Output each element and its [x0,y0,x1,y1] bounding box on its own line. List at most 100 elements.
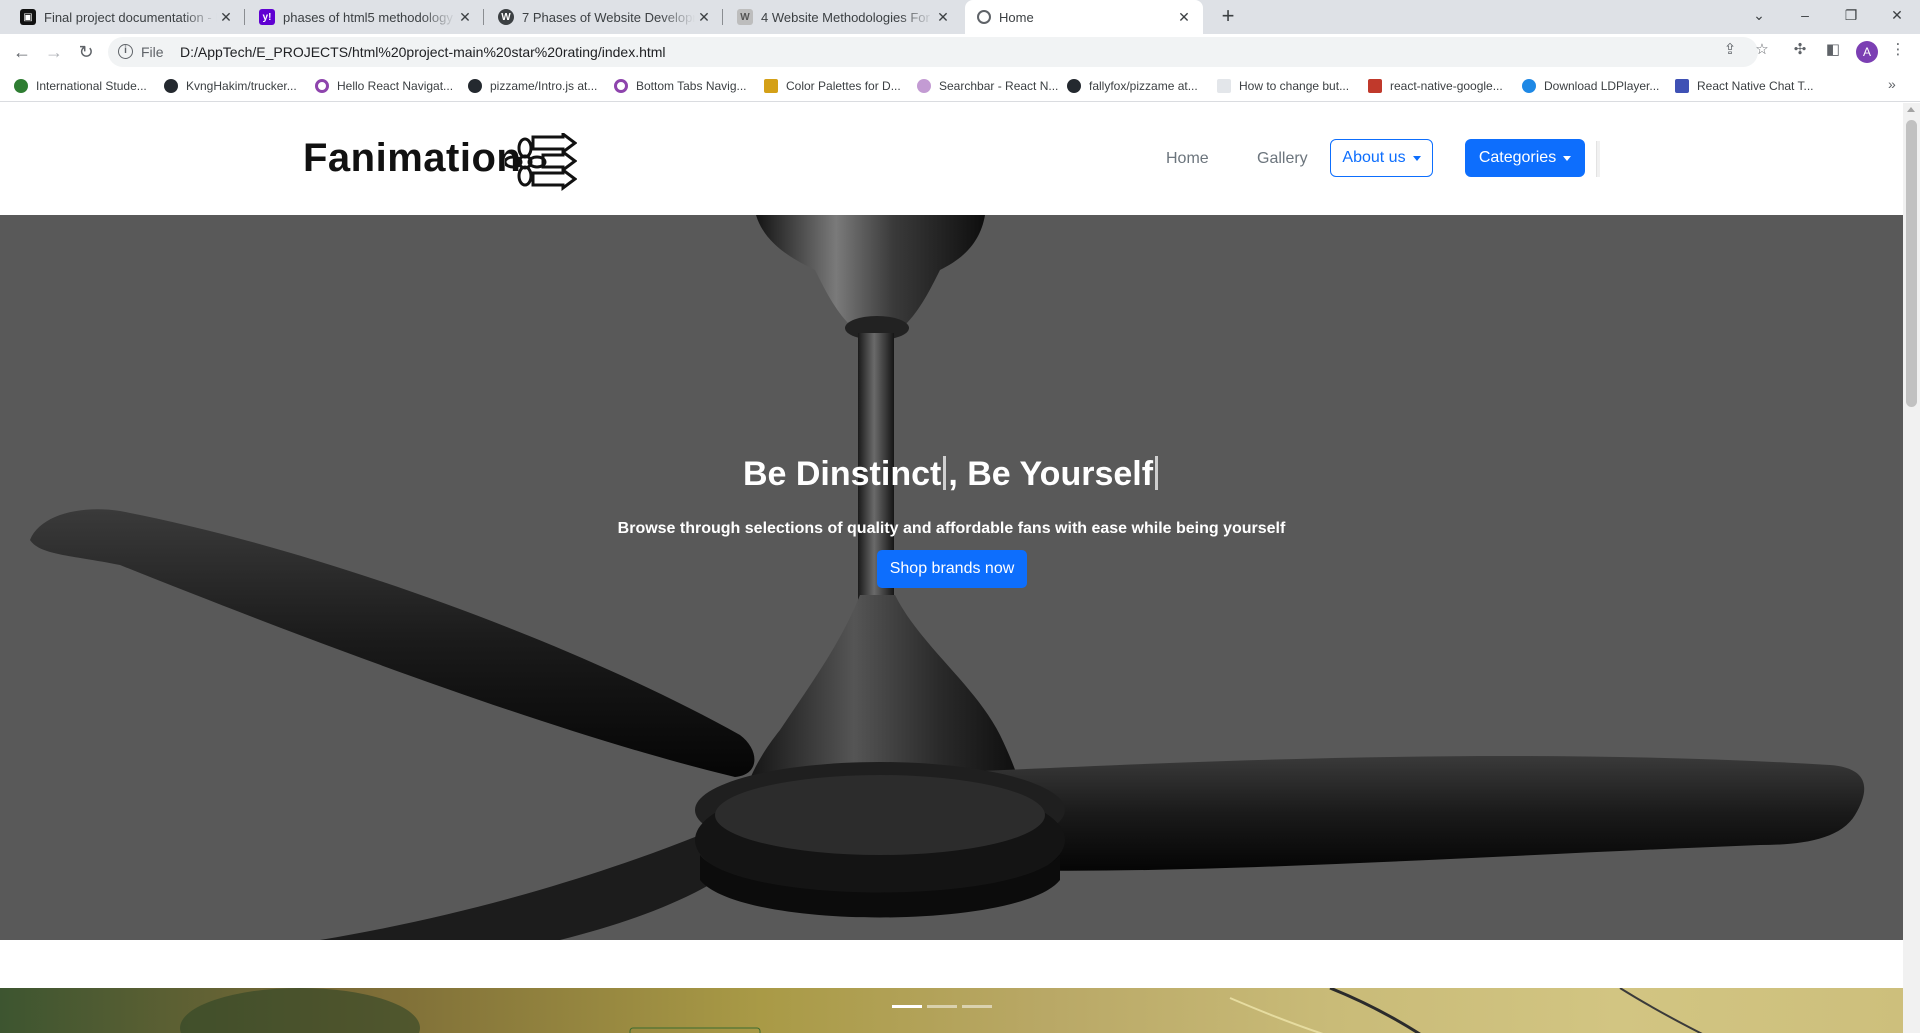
nav-divider [1596,141,1600,177]
nav-link-gallery[interactable]: Gallery [1257,150,1308,168]
scrollbar-thumb[interactable] [1906,120,1917,407]
shield-icon [14,79,28,93]
browser-tab-2[interactable]: y! phases of html5 methodology - Y ✕ [247,0,484,34]
bookmark-item[interactable]: Download LDPlayer... [1522,78,1659,94]
feather-icon [917,79,931,93]
caret-down-icon [1412,155,1421,161]
bookmark-label: How to change but... [1239,79,1350,93]
browser-tab-4[interactable]: W 4 Website Methodologies For We ✕ [725,0,962,34]
tab-title: 7 Phases of Website Developmen [522,9,695,25]
hero-title-part2: , Be Yourself [948,455,1154,493]
nav-link-home[interactable]: Home [1166,150,1209,168]
hero-title: Be Dinstinct, Be Yourself [0,455,1903,494]
web-page: Fanimation Home Gallery About us Categor… [0,103,1903,1033]
yahoo-icon: y! [259,9,275,25]
bookmarks-bar: International Stude... KvngHakim/trucker… [0,70,1920,102]
bookmark-star-icon[interactable]: ☆ [1752,40,1772,60]
browser-tab-3[interactable]: W 7 Phases of Website Developmen ✕ [486,0,723,34]
caret-down-icon [1563,155,1572,161]
react-navigation-icon [315,79,329,93]
reload-icon[interactable]: ↻ [72,38,100,66]
tab-close-icon[interactable]: ✕ [695,9,713,26]
bookmark-label: react-native-google... [1390,79,1503,93]
bookmark-item[interactable]: Color Palettes for D... [764,78,901,94]
side-panel-icon[interactable]: ◧ [1823,40,1843,60]
tab-close-icon[interactable]: ✕ [456,9,474,26]
forward-arrow-icon[interactable]: → [40,38,68,66]
carousel-indicator-3[interactable] [962,1005,992,1008]
extensions-puzzle-icon[interactable]: ✣ [1790,40,1810,60]
carousel-slide-image [180,988,1703,1033]
hero-title-part1: Be Dinstinct [742,455,942,493]
browser-tab-active[interactable]: Home ✕ [965,0,1203,34]
back-arrow-icon[interactable]: ← [8,38,36,66]
about-us-label: About us [1342,149,1406,166]
bookmark-label: Hello React Navigat... [337,79,454,93]
tab-close-icon[interactable]: ✕ [1175,9,1193,26]
bookmark-label: Download LDPlayer... [1544,79,1660,93]
palette-icon [764,79,778,93]
npm-icon [1368,79,1382,93]
typing-cursor [943,456,947,490]
bookmarks-overflow-icon[interactable]: » [1888,76,1896,92]
bookmark-item[interactable]: pizzame/Intro.js at... [468,78,597,94]
hero-banner: Be Dinstinct, Be Yourself Browse through… [0,215,1903,940]
bookmark-item[interactable]: Searchbar - React N... [917,78,1058,94]
address-scheme: File [141,44,164,60]
tab-close-icon[interactable]: ✕ [217,9,235,26]
bookmark-item[interactable]: fallyfox/pizzame at... [1067,78,1198,94]
w-icon: W [737,9,753,25]
tab-title: 4 Website Methodologies For We [761,9,934,25]
browser-tab-1[interactable]: ▣ Final project documentation - Pr ✕ [8,0,245,34]
github-icon [468,79,482,93]
bookmark-item[interactable]: Hello React Navigat... [315,78,453,94]
github-icon [1067,79,1081,93]
bookmark-item[interactable]: React Native Chat T... [1675,78,1814,94]
carousel-indicator-2[interactable] [927,1005,957,1008]
bookmark-label: International Stude... [36,79,147,93]
site-navbar: Fanimation Home Gallery About us Categor… [0,103,1903,215]
bookmark-item[interactable]: Bottom Tabs Navig... [614,78,747,94]
tab-title: Home [999,9,1034,25]
scroll-up-arrow-icon[interactable] [1907,107,1915,112]
address-url[interactable]: D:/AppTech/E_PROJECTS/html%20project-mai… [180,44,666,60]
globe-icon [977,10,991,24]
bookmark-item[interactable]: KvngHakim/trucker... [164,78,297,94]
more-menu-icon[interactable]: ⋮ [1888,40,1908,60]
bookmark-item[interactable]: react-native-google... [1368,78,1503,94]
address-bar[interactable]: i File D:/AppTech/E_PROJECTS/html%20proj… [108,37,1758,67]
browser-tabstrip: ▣ Final project documentation - Pr ✕ y! … [0,0,1920,34]
bookmark-label: fallyfox/pizzame at... [1089,79,1198,93]
bookmark-label: Searchbar - React N... [939,79,1059,93]
categories-dropdown-button[interactable]: Categories [1465,139,1585,177]
fan-logo-icon [505,133,577,191]
restore-button[interactable]: ❐ [1828,0,1874,30]
bookmark-label: React Native Chat T... [1697,79,1814,93]
minimize-button[interactable]: – [1782,0,1828,30]
new-tab-button[interactable]: + [1214,4,1242,30]
shop-brands-button[interactable]: Shop brands now [877,550,1027,588]
image-carousel [0,988,1903,1033]
document-icon: ▣ [20,9,36,25]
bookmark-label: pizzame/Intro.js at... [490,79,598,93]
categories-label: Categories [1478,149,1557,166]
bookmark-item[interactable]: International Stude... [14,78,147,94]
close-window-button[interactable]: ✕ [1874,0,1920,30]
react-navigation-icon [614,79,628,93]
brand-name[interactable]: Fanimation [303,136,521,181]
bookmark-label: Bottom Tabs Navig... [636,79,747,93]
carousel-indicator-1[interactable] [892,1005,922,1008]
profile-avatar[interactable]: A [1856,41,1878,63]
tab-close-icon[interactable]: ✕ [934,9,952,26]
about-us-dropdown-button[interactable]: About us [1330,139,1433,177]
typing-cursor [1155,456,1159,490]
tab-search-icon[interactable]: ⌄ [1736,0,1782,30]
page-scrollbar[interactable] [1903,103,1920,1033]
bookmark-item[interactable]: How to change but... [1217,78,1349,94]
bookmark-label: Color Palettes for D... [786,79,901,93]
info-icon[interactable]: i [118,44,133,59]
hero-subtitle: Browse through selections of quality and… [617,520,1286,537]
wordpress-icon: W [498,9,514,25]
share-icon[interactable]: ⇪ [1720,40,1740,60]
tab-title: phases of html5 methodology - Y [283,9,456,25]
